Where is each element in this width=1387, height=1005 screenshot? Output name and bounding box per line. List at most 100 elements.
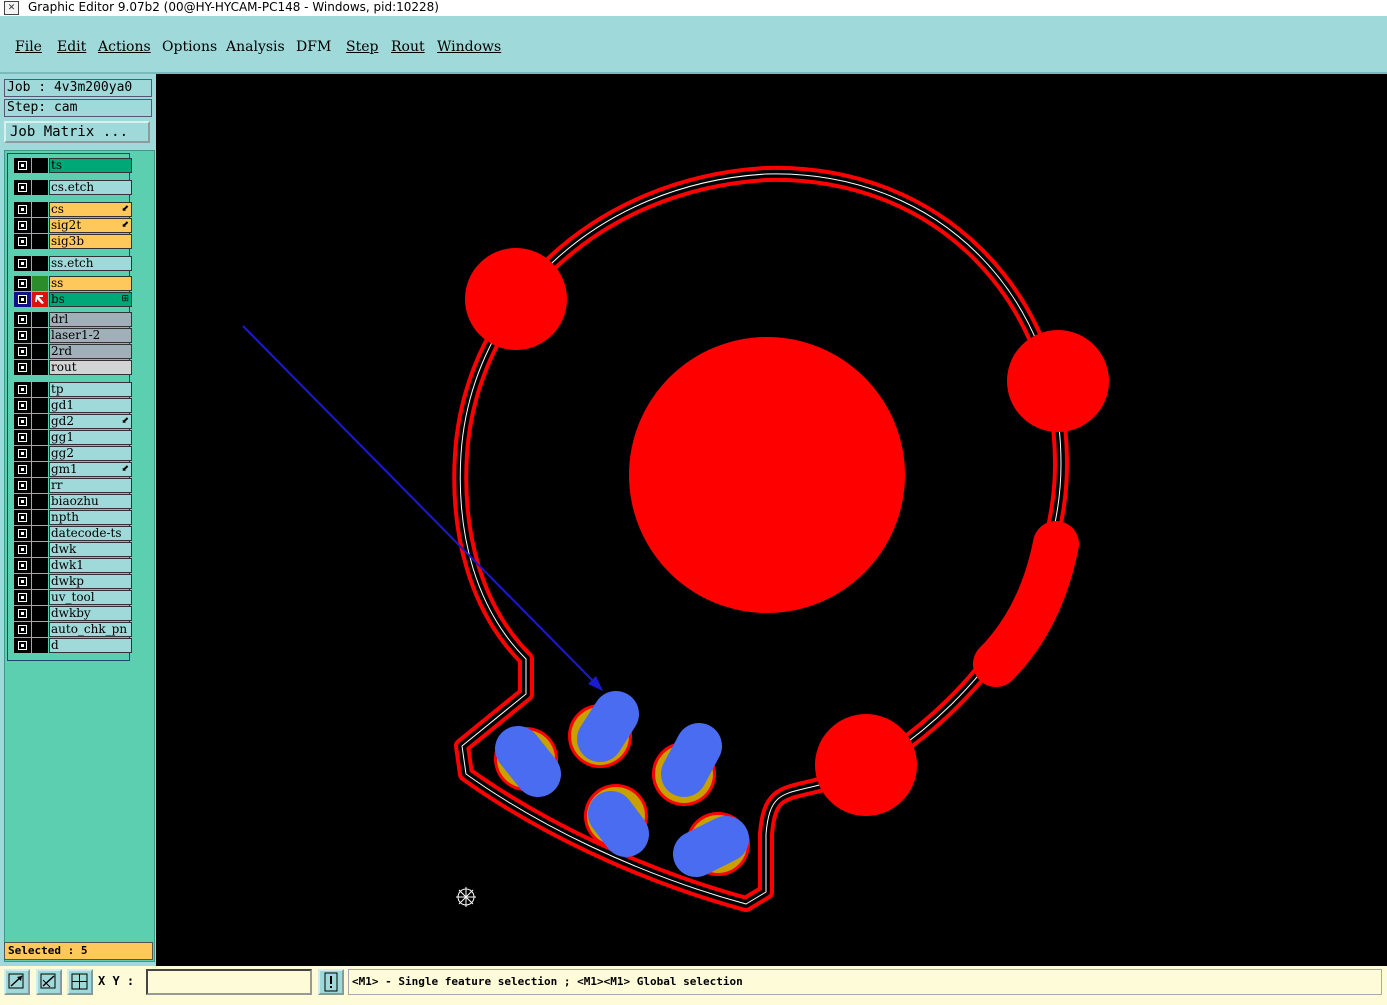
layer-checkbox[interactable] (14, 542, 31, 557)
layer-row-gd1[interactable]: gd1 (14, 398, 132, 413)
layer-name[interactable]: ts (49, 158, 132, 173)
layer-row-d[interactable]: d (14, 638, 132, 653)
layer-checkbox[interactable] (14, 510, 31, 525)
layer-checkbox[interactable] (14, 606, 31, 621)
layer-checkbox[interactable] (14, 180, 31, 195)
layer-row-2rd[interactable]: 2rd (14, 344, 132, 359)
layer-row-ts[interactable]: ts (14, 158, 132, 173)
layer-name[interactable]: sig2t (49, 218, 132, 233)
layer-checkbox[interactable] (14, 218, 31, 233)
menu-edit[interactable]: Edit (57, 39, 86, 55)
layer-swatch[interactable] (32, 542, 48, 557)
layer-swatch[interactable] (32, 638, 48, 653)
menu-dfm[interactable]: DFM (296, 39, 331, 55)
layer-row-bs[interactable]: bs ⊞ (14, 292, 132, 307)
layer-checkbox[interactable] (14, 574, 31, 589)
layer-name[interactable]: 2rd (49, 344, 132, 359)
layer-checkbox[interactable] (14, 234, 31, 249)
xy-input[interactable] (146, 969, 312, 995)
layer-row-gd2[interactable]: gd2 ⬋ (14, 414, 132, 429)
menu-file[interactable]: File (15, 39, 42, 55)
layer-checkbox[interactable] (14, 590, 31, 605)
layer-checkbox[interactable] (14, 462, 31, 477)
selected-pad[interactable] (584, 784, 649, 857)
layer-swatch[interactable] (32, 360, 48, 375)
layer-name[interactable]: dwkby (49, 606, 132, 621)
layer-checkbox[interactable] (14, 292, 31, 307)
layer-name[interactable]: dwk (49, 542, 132, 557)
layer-name[interactable]: ss (49, 276, 132, 291)
layer-row-laser1-2[interactable]: laser1-2 (14, 328, 132, 343)
zoom-window-icon[interactable] (4, 969, 30, 995)
layer-checkbox[interactable] (14, 414, 31, 429)
layer-swatch[interactable] (32, 344, 48, 359)
layer-name[interactable]: biaozhu (49, 494, 132, 509)
layer-checkbox[interactable] (14, 558, 31, 573)
layer-name[interactable]: gm1 (49, 462, 132, 477)
selected-pads[interactable] (494, 691, 750, 877)
layer-row-tp[interactable]: tp (14, 382, 132, 397)
layer-swatch[interactable] (32, 382, 48, 397)
layer-checkbox[interactable] (14, 622, 31, 637)
measure-icon[interactable] (36, 969, 62, 995)
layer-swatch[interactable] (32, 312, 48, 327)
layer-swatch[interactable] (32, 494, 48, 509)
layer-row-rout[interactable]: rout (14, 360, 132, 375)
menu-windows[interactable]: Windows (437, 39, 501, 55)
job-matrix-button[interactable]: Job Matrix ... (4, 121, 150, 143)
layer-name[interactable]: cs.etch (49, 180, 132, 195)
menu-analysis[interactable]: Analysis (226, 39, 285, 55)
layer-row-auto-chk-pn[interactable]: auto_chk_pn (14, 622, 132, 637)
layer-checkbox[interactable] (14, 398, 31, 413)
layer-swatch[interactable] (32, 430, 48, 445)
menu-options[interactable]: Options (162, 39, 217, 55)
layer-swatch[interactable] (32, 606, 48, 621)
selected-pad[interactable] (673, 812, 750, 877)
layer-swatch[interactable] (32, 558, 48, 573)
menu-step[interactable]: Step (346, 39, 378, 55)
layer-swatch[interactable] (32, 256, 48, 271)
layer-swatch[interactable] (32, 462, 48, 477)
layer-name[interactable]: datecode-ts (49, 526, 132, 541)
layer-name[interactable]: gd1 (49, 398, 132, 413)
layer-name[interactable]: rr (49, 478, 132, 493)
layer-checkbox[interactable] (14, 312, 31, 327)
layer-row-sig3b[interactable]: sig3b (14, 234, 132, 249)
layer-row-biaozhu[interactable]: biaozhu (14, 494, 132, 509)
exclamation-icon[interactable] (318, 969, 344, 995)
layer-checkbox[interactable] (14, 382, 31, 397)
layer-checkbox[interactable] (14, 446, 31, 461)
layer-checkbox[interactable] (14, 344, 31, 359)
layer-swatch[interactable] (32, 202, 48, 217)
layer-name[interactable]: dwk1 (49, 558, 132, 573)
layer-name[interactable]: auto_chk_pn (49, 622, 132, 637)
layer-swatch[interactable] (32, 526, 48, 541)
layer-swatch[interactable] (32, 478, 48, 493)
layer-swatch[interactable] (32, 158, 48, 173)
layer-swatch[interactable] (32, 218, 48, 233)
layer-name[interactable]: laser1-2 (49, 328, 132, 343)
layer-name[interactable]: cs (49, 202, 132, 217)
layer-name[interactable]: drl (49, 312, 132, 327)
menu-rout[interactable]: Rout (391, 39, 425, 55)
layer-checkbox[interactable] (14, 256, 31, 271)
board-view[interactable] (156, 74, 1387, 968)
selected-pad[interactable] (494, 726, 561, 797)
layer-checkbox[interactable] (14, 202, 31, 217)
layer-swatch[interactable] (32, 622, 48, 637)
layer-checkbox[interactable] (14, 494, 31, 509)
layer-row-dwk[interactable]: dwk (14, 542, 132, 557)
layer-name[interactable]: ss.etch (49, 256, 132, 271)
layer-name[interactable]: gg2 (49, 446, 132, 461)
layer-name[interactable]: dwkp (49, 574, 132, 589)
layer-swatch[interactable] (32, 328, 48, 343)
layer-checkbox[interactable] (14, 638, 31, 653)
layer-swatch[interactable] (32, 574, 48, 589)
layer-row-gm1[interactable]: gm1 ⬋ (14, 462, 132, 477)
layer-row-dwk1[interactable]: dwk1 (14, 558, 132, 573)
layer-name[interactable]: rout (49, 360, 132, 375)
layer-row-gg2[interactable]: gg2 (14, 446, 132, 461)
layer-name[interactable]: gd2 (49, 414, 132, 429)
layer-checkbox[interactable] (14, 158, 31, 173)
layer-row-cs[interactable]: cs ⬋ (14, 202, 132, 217)
